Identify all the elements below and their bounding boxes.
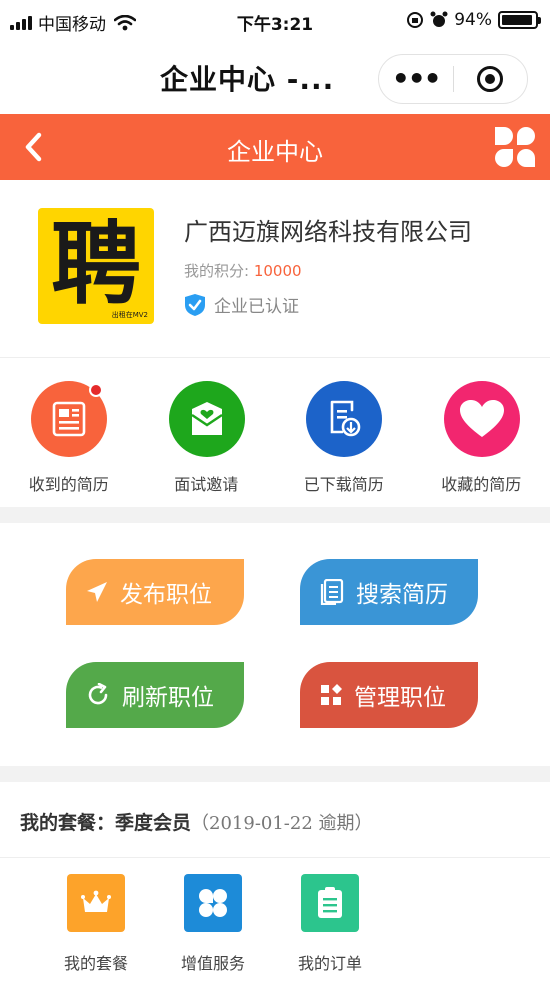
shield-check-icon xyxy=(185,293,205,316)
download-circle xyxy=(306,381,382,457)
capsule-menu: ••• xyxy=(378,54,528,104)
miniprogram-header: 企业中心 -... ••• xyxy=(0,44,550,114)
search-resumes-button[interactable]: 搜索简历 xyxy=(300,559,478,625)
points-label: 我的积分: xyxy=(184,262,254,280)
manage-jobs-label: 管理职位 xyxy=(354,685,446,711)
nav-title: 企业中心 xyxy=(227,138,323,166)
bottom-shortcuts: 我的套餐 增值服务 我的订单 xyxy=(0,858,550,996)
document-icon xyxy=(320,579,344,605)
package-info: 我的套餐：季度会员（2019-01-22 逾期） xyxy=(20,808,373,835)
resume-shortcuts: 收到的简历 面试邀请 已下载简历 收藏的简历 xyxy=(0,359,550,507)
clipboard-icon xyxy=(318,887,342,918)
points-row: 我的积分: 10000 xyxy=(184,260,302,281)
my-package-item[interactable]: 我的套餐 xyxy=(46,874,146,974)
search-resumes-label: 搜索简历 xyxy=(356,582,448,608)
downloaded-resumes-item[interactable]: 已下载简历 xyxy=(275,359,413,507)
downloaded-resumes-label: 已下载简历 xyxy=(303,475,384,494)
status-right: 94% xyxy=(406,10,541,30)
target-circle-icon xyxy=(477,66,504,92)
interview-invites-item[interactable]: 面试邀请 xyxy=(138,359,276,507)
page-title: 企业中心 -... xyxy=(160,63,335,96)
package-expiry: （2019-01-22 逾期） xyxy=(191,813,373,834)
envelope-circle xyxy=(168,381,245,457)
verified-badge: 企业已认证 xyxy=(184,292,299,317)
battery-fill xyxy=(502,15,533,25)
section-divider xyxy=(0,766,550,782)
crown-tile xyxy=(67,874,125,932)
lock-rotation-icon xyxy=(407,12,424,28)
more-dots-icon[interactable]: ••• xyxy=(379,65,453,93)
manage-jobs-button[interactable]: 管理职位 xyxy=(300,662,478,728)
saved-resumes-item[interactable]: 收藏的简历 xyxy=(413,359,550,507)
post-job-label: 发布职位 xyxy=(120,582,212,608)
post-job-button[interactable]: 发布职位 xyxy=(66,559,244,625)
verified-text: 企业已认证 xyxy=(214,297,299,317)
refresh-icon xyxy=(88,683,108,705)
heart-icon xyxy=(459,400,504,437)
action-buttons: 发布职位 搜索简历 刷新职位 管理职位 xyxy=(0,523,550,766)
company-name: 广西迈旗网络科技有限公司 xyxy=(184,218,472,246)
refresh-jobs-label: 刷新职位 xyxy=(122,685,214,711)
value-added-services-item[interactable]: 增值服务 xyxy=(163,874,263,974)
points-value: 10000 xyxy=(253,262,302,280)
resume-icon xyxy=(52,401,86,437)
notification-dot xyxy=(89,383,103,397)
value-added-services-label: 增值服务 xyxy=(180,954,245,973)
refresh-jobs-button[interactable]: 刷新职位 xyxy=(66,662,244,728)
nav-bar: 企业中心 xyxy=(0,114,550,180)
interview-invites-label: 面试邀请 xyxy=(174,475,239,494)
grid-clover-icon[interactable] xyxy=(494,126,536,168)
package-row: 我的套餐：季度会员（2019-01-22 逾期） xyxy=(0,782,550,858)
section-divider xyxy=(0,507,550,523)
resume-circle xyxy=(31,381,107,457)
received-resumes-label: 收到的简历 xyxy=(28,475,109,494)
paper-plane-icon xyxy=(87,582,107,602)
package-label: 我的套餐：季度会员 xyxy=(20,812,192,834)
crown-icon xyxy=(81,890,111,912)
alarm-icon xyxy=(430,11,448,27)
logo-caption: 出租在MV2 xyxy=(111,311,148,319)
clover-tile xyxy=(184,874,242,932)
download-doc-icon xyxy=(330,400,361,437)
close-miniprogram-button[interactable] xyxy=(454,66,528,92)
status-bar: 中国移动 下午3:21 94% xyxy=(0,0,550,44)
heart-circle xyxy=(443,381,520,457)
my-orders-item[interactable]: 我的订单 xyxy=(280,874,380,974)
envelope-icon xyxy=(190,402,223,435)
my-package-label: 我的套餐 xyxy=(63,954,128,973)
battery-percent: 94% xyxy=(454,10,492,30)
saved-resumes-label: 收藏的简历 xyxy=(441,475,522,494)
logo-character: 聘 xyxy=(51,212,141,317)
received-resumes-item[interactable]: 收到的简历 xyxy=(0,359,138,507)
grid-icon xyxy=(321,684,342,705)
battery-icon xyxy=(498,11,541,29)
company-logo: 聘 出租在MV2 xyxy=(38,208,154,324)
company-card: 聘 出租在MV2 广西迈旗网络科技有限公司 我的积分: 10000 企业已认证 xyxy=(0,180,550,358)
clipboard-tile xyxy=(301,874,359,932)
my-orders-label: 我的订单 xyxy=(297,954,362,973)
clover-icon xyxy=(199,889,227,917)
